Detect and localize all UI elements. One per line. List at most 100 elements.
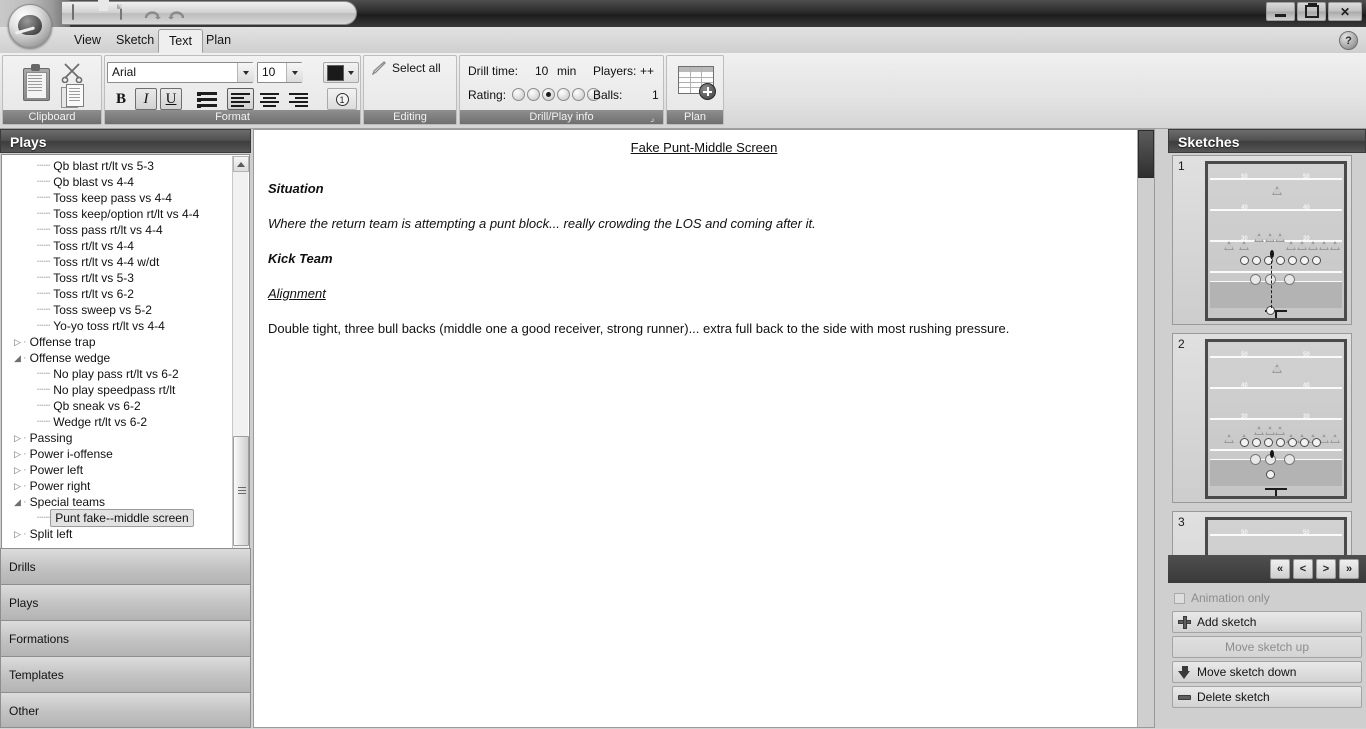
save-icon[interactable] (96, 5, 113, 22)
tree-item[interactable]: ┄┄ Toss keep/option rt/lt vs 4-4 (2, 206, 234, 222)
align-right-button[interactable] (285, 88, 312, 110)
add-sketch-button[interactable]: Add sketch (1172, 611, 1362, 633)
tree-item[interactable]: ┄┄ Toss rt/lt vs 4-4 (2, 238, 234, 254)
rating-dot-4[interactable] (557, 88, 570, 101)
tree-item[interactable]: ▷ · Power right (2, 478, 234, 494)
scroll-up-button[interactable] (233, 156, 249, 172)
font-color-button[interactable] (323, 62, 359, 83)
category-button-drills[interactable]: Drills (0, 548, 251, 584)
paste-icon[interactable] (21, 64, 51, 101)
tree-item[interactable]: ┄┄ Yo-yo toss rt/lt vs 4-4 (2, 318, 234, 334)
expand-collapsed-icon[interactable]: ▷ (12, 334, 23, 350)
document-scroll-thumb[interactable] (1138, 130, 1154, 178)
quick-access-toolbar[interactable] (62, 1, 357, 25)
restore-button[interactable] (1297, 2, 1326, 21)
category-buttons: Drills Plays Formations Templates Other (0, 548, 251, 728)
players-value[interactable]: ++ (640, 64, 654, 78)
tree-item[interactable]: ▷ · Split left (2, 526, 234, 542)
tree-item[interactable]: ┄┄ Wedge rt/lt vs 6-2 (2, 414, 234, 430)
expand-collapsed-icon[interactable]: ▷ (12, 478, 23, 494)
add-plan-icon[interactable] (678, 66, 716, 100)
tree-item[interactable]: ▷ · Power i-offense (2, 446, 234, 462)
offense-marker (1312, 256, 1321, 265)
expand-expanded-icon[interactable]: ◢ (12, 494, 23, 510)
tree-item[interactable]: ▷ · Passing (2, 430, 234, 446)
expand-collapsed-icon[interactable]: ▷ (12, 430, 23, 446)
rating-dot-3[interactable] (542, 88, 555, 101)
tree-item[interactable]: ┄┄ Punt fake--middle screen (2, 509, 234, 527)
animation-only-row[interactable]: Animation only (1168, 588, 1366, 608)
tree-item[interactable]: ┄┄ Qb blast rt/lt vs 5-3 (2, 158, 234, 174)
last-sketch-button[interactable]: » (1339, 559, 1359, 579)
tree-item[interactable]: ◢ · Offense wedge (2, 350, 234, 366)
tree-item[interactable]: ┄┄ Toss rt/lt vs 6-2 (2, 286, 234, 302)
application-menu-orb[interactable] (8, 4, 52, 48)
select-all-button[interactable]: Select all (371, 61, 441, 76)
tree-item[interactable]: ▷ · Offense trap (2, 334, 234, 350)
expand-collapsed-icon[interactable]: ▷ (12, 446, 23, 462)
tab-view[interactable]: View (64, 29, 111, 53)
redo-icon[interactable] (168, 6, 185, 20)
app-icon[interactable] (72, 3, 89, 22)
tree-item[interactable]: ┄┄ No play speedpass rt/lt (2, 382, 234, 398)
font-family-dropdown-arrow[interactable] (237, 63, 254, 82)
font-family-input[interactable]: Arial (107, 62, 253, 83)
document-editor[interactable]: Fake Punt-Middle Screen Situation Where t… (253, 129, 1155, 728)
expand-collapsed-icon[interactable]: ▷ (12, 462, 23, 478)
animation-only-checkbox[interactable] (1174, 592, 1185, 604)
tree-item[interactable]: ┄┄ Qb sneak vs 6-2 (2, 398, 234, 414)
tree-item[interactable]: ┄┄ Toss keep pass vs 4-4 (2, 190, 234, 206)
tree-item[interactable]: ◢ · Special teams (2, 494, 234, 510)
tree-item[interactable]: ┄┄ Toss sweep vs 5-2 (2, 302, 234, 318)
help-icon[interactable]: ? (1339, 31, 1358, 50)
rating-dot-2[interactable] (527, 88, 540, 101)
document-scrollbar[interactable] (1137, 130, 1154, 727)
tree-item[interactable]: ┄┄ Toss rt/lt vs 5-3 (2, 270, 234, 286)
undo-icon[interactable] (144, 6, 161, 20)
next-sketch-button[interactable]: > (1316, 559, 1336, 579)
tree-item[interactable]: ┄┄ Toss rt/lt vs 4-4 w/dt (2, 254, 234, 270)
minimize-button[interactable] (1266, 2, 1295, 21)
align-center-button[interactable] (256, 88, 283, 110)
move-sketch-up-button[interactable]: Move sketch up (1172, 636, 1362, 658)
tree-item[interactable]: ┄┄ Qb blast vs 4-4 (2, 174, 234, 190)
expand-expanded-icon[interactable]: ◢ (12, 350, 23, 366)
delete-sketch-button[interactable]: Delete sketch (1172, 686, 1362, 708)
rating-stepper[interactable] (512, 88, 600, 101)
prev-sketch-button[interactable]: < (1293, 559, 1313, 579)
defender-marker (1330, 434, 1340, 443)
category-button-other[interactable]: Other (0, 692, 251, 728)
underline-button[interactable]: U (160, 88, 182, 110)
scroll-thumb[interactable] (233, 436, 249, 546)
new-icon[interactable] (120, 3, 137, 22)
copy-icon[interactable] (61, 84, 85, 108)
scissors-icon[interactable] (61, 63, 83, 84)
balls-value[interactable]: 1 (652, 88, 659, 102)
first-sketch-button[interactable]: « (1270, 559, 1290, 579)
category-button-plays[interactable]: Plays (0, 584, 251, 620)
window-controls[interactable]: ✕ (1266, 2, 1362, 21)
drill-time-value[interactable]: 10 (535, 64, 548, 78)
category-button-templates[interactable]: Templates (0, 656, 251, 692)
italic-button[interactable]: I (135, 88, 157, 110)
tab-plan[interactable]: Plan (196, 29, 241, 53)
rating-dot-1[interactable] (512, 88, 525, 101)
expand-collapsed-icon[interactable]: ▷ (12, 526, 23, 542)
font-color-swatch (327, 64, 344, 81)
rating-dot-5[interactable] (572, 88, 585, 101)
numbering-button[interactable]: 1 (327, 88, 357, 110)
drill-info-dialog-launcher[interactable]: ⌟ (650, 113, 660, 123)
close-button[interactable]: ✕ (1328, 2, 1362, 21)
tree-item[interactable]: ┄┄ Toss pass rt/lt vs 4-4 (2, 222, 234, 238)
font-size-dropdown-arrow[interactable] (286, 63, 303, 82)
sketch-thumbnail[interactable]: 15050404030301010 (1172, 155, 1352, 325)
tree-item[interactable]: ┄┄ No play pass rt/lt vs 6-2 (2, 366, 234, 382)
sketch-thumbnail[interactable]: 25050404030301010 (1172, 333, 1352, 503)
bold-button[interactable]: B (110, 88, 132, 110)
bullet-list-button[interactable] (197, 88, 222, 110)
tab-sketch[interactable]: Sketch (106, 29, 164, 53)
tree-item[interactable]: ▷ · Power left (2, 462, 234, 478)
move-sketch-down-button[interactable]: Move sketch down (1172, 661, 1362, 683)
category-button-formations[interactable]: Formations (0, 620, 251, 656)
align-left-button[interactable] (227, 88, 254, 110)
